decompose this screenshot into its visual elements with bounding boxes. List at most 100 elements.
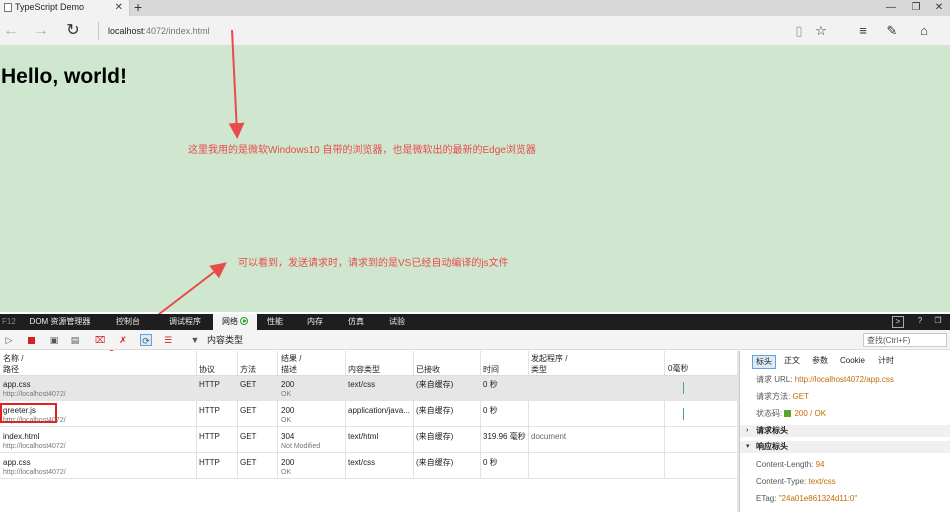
table-row[interactable]: app.css http://localhost4072/ HTTP GET 20…	[0, 376, 737, 401]
clear-entries-icon[interactable]: ☰	[162, 334, 174, 346]
clear-icon[interactable]: ⌧	[94, 334, 106, 346]
response-headers-section[interactable]: ▾ 响应标头	[740, 441, 950, 453]
cell-protocol: HTTP	[199, 432, 220, 441]
request-details-panel: 标头 正文 参数 Cookie 计时 请求 URL: http://localh…	[739, 351, 950, 512]
request-method-line: 请求方法: GET	[756, 391, 809, 402]
tab-network-label: 网络	[222, 317, 238, 326]
details-tab-body[interactable]: 正文	[784, 355, 800, 367]
request-method-value: GET	[792, 392, 809, 401]
import-icon[interactable]: ▤	[69, 334, 81, 346]
column-header-time[interactable]: 时间	[483, 353, 499, 375]
cell-result: 200 OK	[281, 458, 294, 477]
content-length-label: Content-Length:	[756, 460, 814, 469]
tab-emulation[interactable]: 仿真	[343, 314, 369, 330]
request-url-line: 请求 URL: http://localhost4072/app.css	[756, 374, 894, 385]
content-length-line: Content-Length: 94	[756, 459, 825, 470]
play-icon[interactable]: ▷	[3, 334, 15, 346]
column-header-timeline[interactable]: 0毫秒	[668, 363, 688, 374]
request-headers-section[interactable]: › 请求标头	[740, 425, 950, 437]
cell-protocol: HTTP	[199, 380, 220, 389]
request-path: http://localhost4072/	[3, 469, 66, 476]
cell-result: 304 Not Modified	[281, 432, 320, 451]
content-type-label: Content-Type:	[756, 477, 807, 486]
table-row[interactable]: app.css http://localhost4072/ HTTP GET 20…	[0, 454, 737, 479]
content-length-value: 94	[815, 460, 825, 469]
result-desc: OK	[281, 417, 292, 424]
content-type-line: Content-Type: text/css	[756, 476, 836, 487]
clear-cache-icon[interactable]: ✗	[117, 334, 129, 346]
stop-icon[interactable]	[28, 337, 35, 344]
undock-icon[interactable]: ❐	[932, 316, 944, 328]
column-header-result[interactable]: 结果 / 描述	[281, 353, 301, 375]
result-desc: OK	[281, 391, 292, 398]
cell-time: 0 秒	[483, 380, 498, 389]
tab-memory[interactable]: 内存	[302, 314, 328, 330]
tab-network[interactable]: 网络	[213, 314, 257, 330]
content-type-filter[interactable]: 内容类型	[207, 333, 243, 347]
f12-label: F12	[2, 317, 16, 326]
status-value: 200 / OK	[794, 409, 827, 418]
column-header-protocol[interactable]: 协议	[199, 353, 215, 375]
header-line: 时间	[483, 365, 499, 374]
request-url-value: http://localhost4072/app.css	[794, 375, 894, 384]
column-header-initiator[interactable]: 发起程序 / 类型	[531, 353, 567, 375]
cell-name: app.css http://localhost4072/	[3, 380, 66, 399]
tab-performance[interactable]: 性能	[262, 314, 288, 330]
etag-value: "24a01e861324d11:0"	[778, 494, 858, 503]
request-path: http://localhost4072/	[3, 443, 66, 450]
header-line: 发起程序 /	[531, 354, 568, 363]
cell-protocol: HTTP	[199, 458, 220, 467]
cell-received: (来自缓存)	[416, 380, 454, 389]
expanded-arrow-icon: ▾	[746, 443, 750, 450]
details-tab-params[interactable]: 参数	[812, 355, 828, 367]
column-header-name[interactable]: 名称 / 路径	[3, 353, 23, 375]
result-desc: OK	[281, 469, 292, 476]
cell-method: GET	[240, 380, 257, 389]
save-icon[interactable]: ▣	[48, 334, 60, 346]
cell-method: GET	[240, 432, 257, 441]
devtools-tabbar: F12 DOM 资源管理器 控制台 调试程序 网络 性能 内存 仿真 试验 > …	[0, 314, 950, 330]
always-refresh-icon[interactable]: ⟳	[140, 334, 152, 346]
tab-dom-explorer[interactable]: DOM 资源管理器	[24, 314, 96, 330]
search-input[interactable]	[863, 333, 947, 347]
details-tab-headers[interactable]: 标头	[752, 355, 776, 369]
details-tab-cookie[interactable]: Cookie	[840, 355, 865, 367]
table-row[interactable]: index.html http://localhost4072/ HTTP GET…	[0, 428, 737, 453]
arrow-to-address-bar	[228, 29, 245, 139]
header-line: 方法	[240, 365, 256, 374]
cell-content-type: text/html	[348, 432, 379, 441]
column-header-received[interactable]: 已接收	[416, 353, 440, 375]
network-table: 名称 / 路径 协议 方法 结果 / 描述 内容类型 已接收 时间 发起程序 / 类型…	[0, 351, 737, 512]
table-row[interactable]: greeter.js http://localhost4072/ HTTP GET…	[0, 402, 737, 427]
timeline-bar	[683, 382, 684, 394]
header-line: 路径	[3, 365, 19, 374]
cell-time: 0 秒	[483, 458, 498, 467]
cell-time: 0 秒	[483, 406, 498, 415]
network-toolbar: ▷ ▣ ▤ ⌧ ✗ ⟳ ☰ ▼ 内容类型	[0, 330, 950, 350]
tab-experiments[interactable]: 试验	[384, 314, 410, 330]
cell-received: (来自缓存)	[416, 406, 454, 415]
request-name: app.css	[3, 458, 31, 467]
etag-line: ETag: "24a01e861324d11:0"	[756, 493, 857, 504]
request-headers-title: 请求标头	[756, 426, 788, 435]
column-header-content-type[interactable]: 内容类型	[348, 353, 380, 375]
header-line: 协议	[199, 365, 215, 374]
cell-name: app.css http://localhost4072/	[3, 458, 66, 477]
column-header-method[interactable]: 方法	[240, 353, 256, 375]
help-icon[interactable]: ?	[914, 316, 926, 328]
cell-content-type: text/css	[348, 380, 376, 389]
tab-debugger[interactable]: 调试程序	[162, 314, 208, 330]
header-line: 已接收	[416, 365, 440, 374]
cell-time: 319.96 毫秒	[483, 432, 526, 441]
request-url-label: 请求 URL:	[756, 375, 793, 384]
console-toggle-icon[interactable]: >	[892, 316, 904, 328]
annotation-highlight-box	[0, 403, 57, 423]
cell-method: GET	[240, 406, 257, 415]
tab-console[interactable]: 控制台	[108, 314, 148, 330]
result-desc: Not Modified	[281, 443, 321, 450]
timeline-bar	[683, 408, 684, 420]
details-tab-timing[interactable]: 计时	[878, 355, 894, 367]
request-method-label: 请求方法:	[756, 392, 791, 401]
filter-icon[interactable]: ▼	[189, 334, 201, 346]
result-code: 200	[281, 406, 295, 415]
